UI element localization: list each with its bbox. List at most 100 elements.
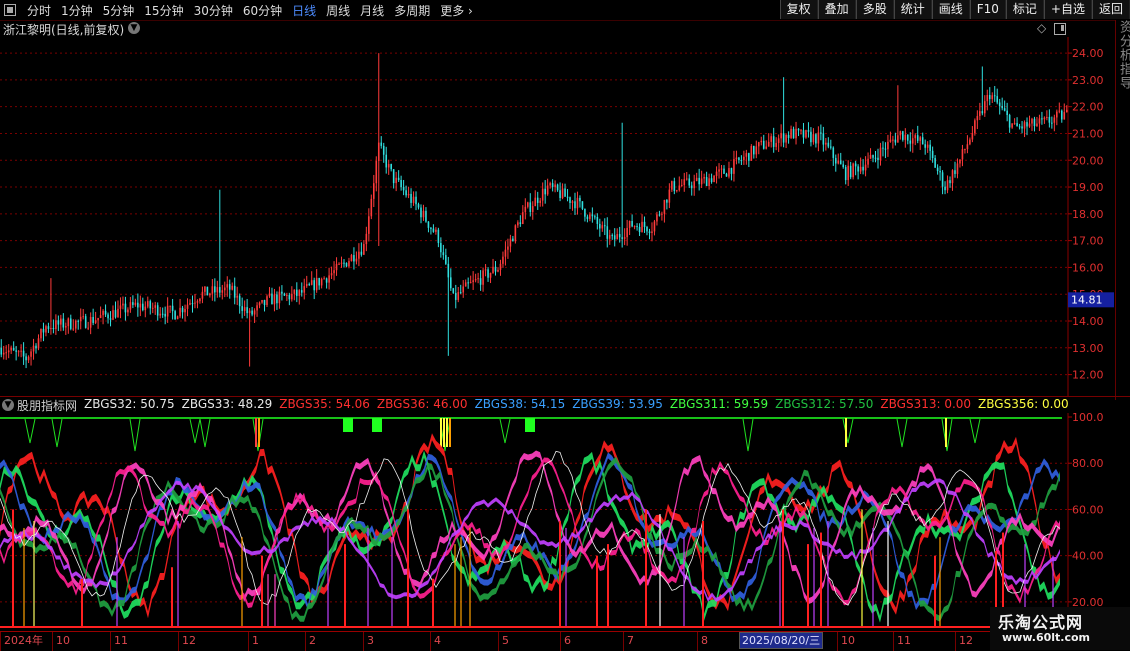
diamond-icon[interactable]: ◇ [1037,21,1046,35]
period-tab-1[interactable]: 1分钟 [56,2,98,19]
candle-body [412,196,415,203]
period-tab-9[interactable]: 多周期 [389,2,435,19]
candle-body [1026,122,1028,127]
candle-body [315,278,318,291]
indicator-value-6: ZBGS311: 59.59 [669,397,769,411]
candle-body [206,286,209,296]
candle-body [834,157,837,164]
candle-body [512,238,514,242]
candle-body [97,317,99,321]
toolbar-button-7[interactable]: +自选 [1043,0,1092,19]
candle-body [571,201,574,203]
toolbar-button-8[interactable]: 返回 [1091,0,1130,19]
candle-body [646,226,648,232]
toolbar-button-4[interactable]: 画线 [931,0,970,19]
candle-body [156,305,159,316]
candle-body [690,185,693,189]
candle-body [551,183,554,188]
candle-body [194,302,196,304]
candle-body [991,95,994,100]
candle-body [934,158,936,168]
signal-block [525,418,535,432]
period-tab-5[interactable]: 60分钟 [238,2,287,19]
candle-body [909,140,912,144]
candle-body [430,227,432,229]
price-chart[interactable]: 24.00 23.00 22.00 21.00 20.00 19.00 18.00 17.00… [0,37,1115,396]
candle-body [186,304,189,309]
candle-body [397,177,400,181]
period-tab-8[interactable]: 月线 [355,2,389,19]
candle-body [1038,118,1041,124]
period-tab-0[interactable]: 分时 [22,2,56,19]
candle-body [47,326,50,329]
candle-body [849,165,852,178]
candle-body [902,131,904,140]
candle-body [805,130,807,138]
candle-body [328,275,330,283]
candle-body [944,186,946,191]
toolbar-button-3[interactable]: 统计 [893,0,932,19]
candle-body [524,206,527,213]
period-tab-6[interactable]: 日线 [287,2,321,19]
candle-body [189,303,191,305]
period-tab-4[interactable]: 30分钟 [189,2,238,19]
indicator-chart[interactable]: 100.080.0060.0040.0020.00 [0,413,1130,631]
candle-body [343,262,345,264]
candle-body [1033,118,1036,127]
candle-body [673,181,676,192]
candle-body [1021,126,1023,129]
candle-body [760,140,763,143]
candle-body [427,221,430,228]
candle-body [631,220,633,227]
candle-body [852,163,854,178]
indicator-name[interactable]: 股朋指标网 [17,397,77,413]
price-tick-label: 18.00 [1072,208,1104,221]
period-list: 分时 1分钟 5分钟 15分钟 30分钟 60分钟 日线 周线 月线 多周期 更多 › [0,0,478,20]
toolbar-button-5[interactable]: F10 [969,0,1006,19]
indicator-value-5: ZBGS39: 53.95 [572,397,663,411]
candle-body [698,177,700,185]
candle-body [939,171,941,173]
layout-toggle-icon[interactable] [1054,23,1066,35]
candle-body [166,305,169,317]
candle-body [559,190,561,198]
period-tab-2[interactable]: 5分钟 [98,2,140,19]
period-tab-10[interactable]: 更多 › [435,2,478,19]
app-menu-icon[interactable] [4,4,16,16]
candle-body [986,94,989,102]
candle-body [268,293,271,297]
toolbar-button-0[interactable]: 复权 [779,0,818,19]
toolbar-button-2[interactable]: 多股 [855,0,894,19]
candle-body [946,180,949,191]
candle-body [961,149,964,160]
candle-body [827,142,830,147]
toolbar-button-1[interactable]: 叠加 [817,0,856,19]
indicator-menu-icon[interactable]: ▼ [2,399,14,411]
candle-body [214,286,216,293]
candle-body [164,313,166,317]
candle-body [293,289,296,294]
candle-body [1043,117,1046,120]
candle-body [375,160,378,184]
chevron-down-icon[interactable]: ▼ [128,22,140,34]
candle-body [762,140,765,149]
signal-triangle [842,418,854,444]
indicator-tick-label: 60.00 [1072,503,1104,516]
candle-body [979,111,981,117]
candle-body [114,310,117,318]
candle-body [283,293,286,296]
candle-body [504,249,507,257]
candle-body [601,225,604,229]
period-tab-7[interactable]: 周线 [321,2,355,19]
toolbar-button-6[interactable]: 标记 [1005,0,1044,19]
period-tab-3[interactable]: 15分钟 [139,2,188,19]
candle-body [790,128,792,138]
candle-body [258,302,261,306]
candle-body [363,244,365,255]
candle-body [854,163,857,167]
candle-body [276,294,278,304]
candle-body [541,188,544,201]
candle-body [857,166,859,172]
candle-body [718,169,720,172]
side-panel-text: 彩票彩票彩票彩票彩票彩票彩票彩票彩票彩票彩票彩票彩票投资分析指导 [1117,20,1130,90]
